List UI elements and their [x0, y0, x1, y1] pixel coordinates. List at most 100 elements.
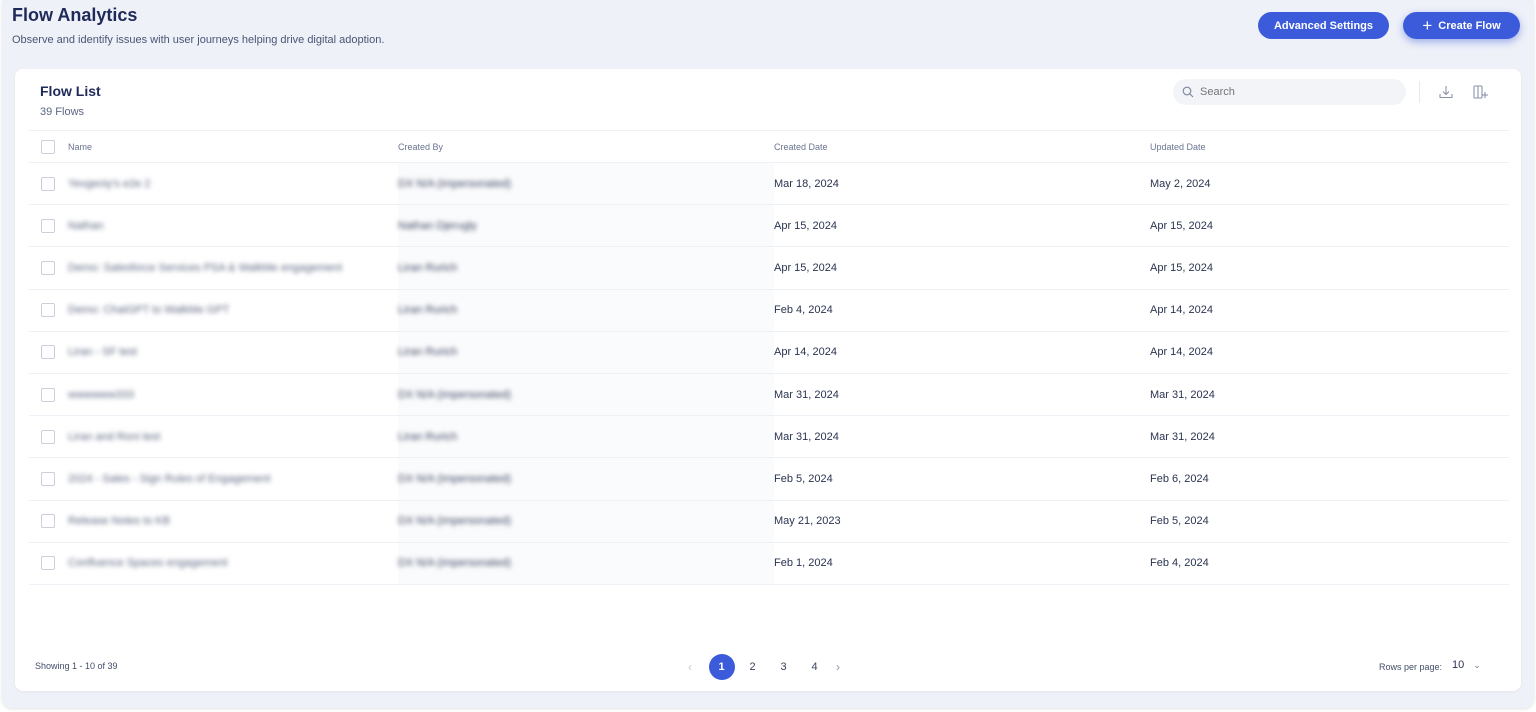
flow-name[interactable]: Yevgeniy's e2e 2: [68, 162, 398, 206]
chevron-left-icon[interactable]: ‹: [682, 660, 698, 674]
flow-name-text: Confluence Spaces engagement: [68, 557, 228, 570]
table-row[interactable]: wwwwww333 DX N/A (impersonated) Mar 31, 20…: [29, 373, 1509, 417]
chevron-right-icon[interactable]: ›: [830, 660, 846, 674]
updated-date: Feb 6, 2024: [1150, 457, 1509, 501]
created-date: May 21, 2023: [774, 500, 1150, 543]
flow-name[interactable]: 2024 - Sales - Sign Rules of Engagement: [68, 457, 398, 501]
list-title: Flow List: [40, 83, 101, 99]
table-row[interactable]: Yevgeniy's e2e 2 DX N/A (impersonated) Mar…: [29, 162, 1509, 206]
updated-date: Feb 4, 2024: [1150, 542, 1509, 585]
row-checkbox[interactable]: [41, 176, 55, 191]
table-header-row: Name Created By Created Date Updated Dat…: [29, 130, 1509, 163]
column-header-updated-date[interactable]: Updated Date: [1150, 130, 1509, 163]
row-checkbox[interactable]: [41, 345, 55, 360]
created-by-text: DX N/A (impersonated): [398, 557, 512, 570]
table-row[interactable]: Demo: ChatGPT to WalkMe GPT Liran Rurich F…: [29, 289, 1509, 332]
created-date: Mar 31, 2024: [774, 373, 1150, 417]
row-checkbox-cell: [29, 246, 68, 290]
created-by: DX N/A (impersonated): [398, 162, 774, 206]
page-3-button[interactable]: 3: [771, 654, 797, 680]
row-checkbox[interactable]: [41, 303, 55, 318]
create-flow-button[interactable]: + Create Flow: [1403, 12, 1520, 39]
column-header-created-by[interactable]: Created By: [398, 130, 774, 163]
row-checkbox[interactable]: [41, 514, 55, 529]
row-checkbox[interactable]: [41, 260, 55, 275]
chevron-down-icon: ⌄: [1473, 659, 1481, 670]
flow-name-text: Liran and Roni test: [68, 430, 161, 443]
table-row[interactable]: Confluence Spaces engagement DX N/A (impe…: [29, 542, 1509, 585]
updated-date: Mar 31, 2024: [1150, 415, 1509, 459]
row-checkbox[interactable]: [41, 471, 55, 486]
created-by: DX N/A (impersonated): [398, 542, 774, 585]
flow-name-text: 2024 - Sales - Sign Rules of Engagement: [68, 472, 271, 485]
table-row[interactable]: Demo: Salesforce Services PSA & WalkMe e…: [29, 246, 1509, 290]
app-frame: Flow Analytics Observe and identify issu…: [2, 0, 1534, 708]
updated-date: Feb 5, 2024: [1150, 500, 1509, 543]
created-by: Liran Rurich: [398, 331, 774, 374]
columns-settings-icon[interactable]: [1471, 83, 1489, 101]
page-2-button[interactable]: 2: [740, 654, 766, 680]
table-row[interactable]: Nathan Nathan Djerugly Apr 15, 2024 Apr 15,…: [29, 204, 1509, 248]
page-header: Flow Analytics Observe and identify issu…: [12, 6, 384, 46]
search-box[interactable]: [1173, 79, 1406, 105]
updated-date: Apr 15, 2024: [1150, 204, 1509, 248]
select-all-checkbox[interactable]: [41, 139, 55, 154]
flow-name-text: Demo: ChatGPT to WalkMe GPT: [68, 304, 230, 317]
toolbar-divider: [1419, 81, 1420, 103]
updated-date: May 2, 2024: [1150, 162, 1509, 206]
created-date: Feb 4, 2024: [774, 289, 1150, 332]
flow-table: Name Created By Created Date Updated Dat…: [29, 130, 1509, 585]
flow-name[interactable]: Nathan: [68, 204, 398, 248]
created-by-text: DX N/A (impersonated): [398, 472, 512, 485]
row-checkbox-cell: [29, 415, 68, 459]
header-checkbox-cell: [29, 130, 68, 163]
created-by-text: DX N/A (impersonated): [398, 177, 512, 190]
rows-per-page-label: Rows per page:: [1379, 662, 1443, 672]
flow-name[interactable]: Release Notes to KB: [68, 500, 398, 543]
created-by-text: Liran Rurich: [398, 430, 458, 443]
row-checkbox-cell: [29, 457, 68, 501]
advanced-settings-button[interactable]: Advanced Settings: [1258, 12, 1389, 39]
updated-date: Mar 31, 2024: [1150, 373, 1509, 417]
flow-name[interactable]: wwwwww333: [68, 373, 398, 417]
row-checkbox-cell: [29, 331, 68, 374]
flow-name-text: Nathan: [68, 219, 104, 232]
flow-count: 39 Flows: [40, 106, 85, 118]
plus-icon: +: [1422, 15, 1433, 35]
flow-name[interactable]: Liran - SF test: [68, 331, 398, 374]
row-checkbox-cell: [29, 500, 68, 543]
created-by: Liran Rurich: [398, 415, 774, 459]
created-by-text: Liran Rurich: [398, 261, 458, 274]
flow-name[interactable]: Demo: ChatGPT to WalkMe GPT: [68, 289, 398, 332]
created-date: Apr 14, 2024: [774, 331, 1150, 374]
row-checkbox-cell: [29, 373, 68, 417]
table-row[interactable]: Release Notes to KB DX N/A (impersonated)…: [29, 500, 1509, 543]
download-icon[interactable]: [1437, 83, 1455, 101]
table-row[interactable]: Liran - SF test Liran Rurich Apr 14, 2024 A…: [29, 331, 1509, 374]
page-4-button[interactable]: 4: [802, 654, 828, 680]
created-by-text: DX N/A (impersonated): [398, 388, 512, 401]
page-1-button[interactable]: 1: [708, 654, 735, 680]
search-input[interactable]: [1200, 86, 1390, 98]
row-checkbox[interactable]: [41, 387, 55, 402]
created-date: Apr 15, 2024: [774, 246, 1150, 290]
created-date: Feb 1, 2024: [774, 542, 1150, 585]
rows-per-page-select[interactable]: 10 ⌄: [1452, 659, 1481, 671]
flow-name[interactable]: Demo: Salesforce Services PSA & WalkMe e…: [68, 246, 398, 290]
row-checkbox[interactable]: [41, 218, 55, 233]
row-checkbox[interactable]: [41, 556, 55, 571]
row-checkbox[interactable]: [41, 429, 55, 444]
column-header-name[interactable]: Name: [68, 130, 398, 163]
table-row[interactable]: Liran and Roni test Liran Rurich Mar 31, 2…: [29, 415, 1509, 459]
created-by-text: Nathan Djerugly: [398, 219, 477, 232]
updated-date: Apr 14, 2024: [1150, 289, 1509, 332]
flow-name-text: Release Notes to KB: [68, 515, 171, 528]
flow-name-text: Demo: Salesforce Services PSA & WalkMe e…: [68, 261, 343, 274]
flow-name[interactable]: Confluence Spaces engagement: [68, 542, 398, 585]
updated-date: Apr 15, 2024: [1150, 246, 1509, 290]
flow-name[interactable]: Liran and Roni test: [68, 415, 398, 459]
table-row[interactable]: 2024 - Sales - Sign Rules of Engagement D…: [29, 457, 1509, 501]
rows-per-page-value: 10: [1452, 659, 1465, 671]
column-header-created-date[interactable]: Created Date: [774, 130, 1150, 163]
updated-date: Apr 14, 2024: [1150, 331, 1509, 374]
